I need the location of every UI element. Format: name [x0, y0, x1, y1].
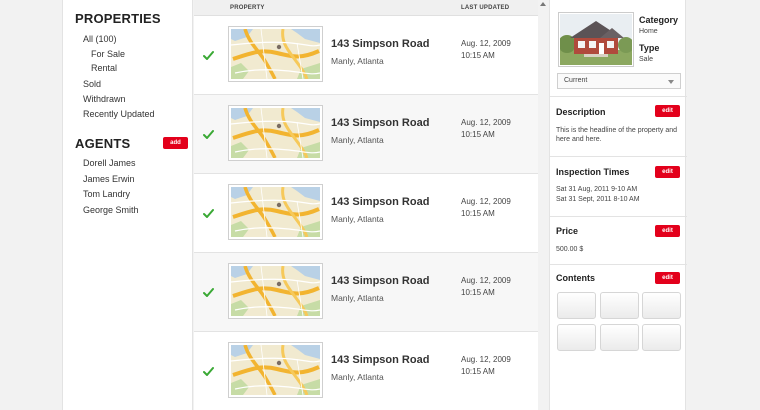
agents-heading: AGENTS: [75, 136, 131, 151]
check-icon: [203, 209, 214, 218]
table-row[interactable]: 143 Simpson Road Manly, Atlanta Aug. 12,…: [194, 332, 538, 410]
chevron-down-icon: [668, 80, 674, 84]
updated-time: 10:15 AM: [461, 130, 495, 139]
edit-price-button[interactable]: edit: [655, 225, 680, 237]
edit-inspection-button[interactable]: edit: [655, 166, 680, 178]
updated-date: Aug. 12, 2009: [461, 197, 511, 206]
agent-item[interactable]: James Erwin: [83, 174, 135, 184]
properties-heading: PROPERTIES: [75, 11, 161, 26]
check-icon: [203, 367, 214, 376]
property-location: Manly, Atlanta: [331, 293, 384, 303]
sidebar: PROPERTIES All (100) For Sale Rental Sol…: [62, 0, 193, 410]
property-location: Manly, Atlanta: [331, 135, 384, 145]
description-title: Description: [556, 107, 606, 117]
row-check[interactable]: [203, 127, 214, 139]
agent-item[interactable]: Tom Landry: [83, 189, 130, 199]
nav-all[interactable]: All (100): [83, 34, 117, 44]
agent-item[interactable]: Dorell James: [83, 158, 136, 168]
add-agent-button[interactable]: add: [163, 137, 188, 149]
content-tile[interactable]: [642, 324, 681, 351]
category-value: Home: [639, 28, 658, 35]
divider: [550, 96, 687, 97]
price-value: 500.00 $: [556, 246, 584, 253]
map-image: [231, 266, 320, 316]
property-location: Manly, Atlanta: [331, 372, 384, 382]
nav-rental[interactable]: Rental: [91, 63, 117, 73]
map-thumbnail[interactable]: [228, 105, 323, 161]
row-check[interactable]: [203, 285, 214, 297]
nav-recently-updated[interactable]: Recently Updated: [83, 109, 155, 119]
map-thumbnail[interactable]: [228, 342, 323, 398]
type-value: Sale: [639, 56, 654, 63]
row-check[interactable]: [203, 364, 214, 376]
detail-panel: Category Home Type Sale Current Descript…: [549, 0, 687, 410]
content-tile[interactable]: [600, 324, 639, 351]
divider: [550, 216, 687, 217]
content-tile[interactable]: [600, 292, 639, 319]
updated-date: Aug. 12, 2009: [461, 39, 511, 48]
row-check[interactable]: [203, 48, 214, 60]
map-image: [231, 108, 320, 158]
property-address[interactable]: 143 Simpson Road: [331, 38, 429, 50]
divider: [550, 156, 687, 157]
inspection-time: Sat 31 Aug, 2011 9-10 AM: [556, 186, 638, 193]
house-photo-image: [560, 14, 632, 65]
property-address[interactable]: 143 Simpson Road: [331, 275, 429, 287]
map-thumbnail[interactable]: [228, 184, 323, 240]
updated-date: Aug. 12, 2009: [461, 276, 511, 285]
column-header-property[interactable]: PROPERTY: [230, 5, 265, 11]
nav-for-sale[interactable]: For Sale: [91, 49, 125, 59]
updated-date: Aug. 12, 2009: [461, 355, 511, 364]
price-title: Price: [556, 226, 579, 236]
list-header: PROPERTY LAST UPDATED: [194, 0, 538, 16]
map-image: [231, 29, 320, 79]
updated-time: 10:15 AM: [461, 209, 495, 218]
map-image: [231, 187, 320, 237]
map-image: [231, 345, 320, 395]
edit-description-button[interactable]: edit: [655, 105, 680, 117]
category-label: Category: [639, 15, 679, 25]
updated-time: 10:15 AM: [461, 51, 495, 60]
table-row[interactable]: 143 Simpson Road Manly, Atlanta Aug. 12,…: [194, 253, 538, 332]
status-select-value: Current: [564, 77, 588, 84]
scrollbar[interactable]: [538, 0, 548, 410]
description-text: This is the headline of the property and…: [556, 127, 678, 143]
scroll-up-arrow[interactable]: [540, 2, 546, 6]
agent-item[interactable]: George Smith: [83, 205, 139, 215]
type-label: Type: [639, 43, 660, 53]
divider: [550, 264, 687, 265]
property-location: Manly, Atlanta: [331, 56, 384, 66]
check-icon: [203, 130, 214, 139]
updated-time: 10:15 AM: [461, 288, 495, 297]
nav-sold[interactable]: Sold: [83, 79, 101, 89]
row-check[interactable]: [203, 206, 214, 218]
content-tile[interactable]: [642, 292, 681, 319]
property-address[interactable]: 143 Simpson Road: [331, 354, 429, 366]
table-row[interactable]: 143 Simpson Road Manly, Atlanta Aug. 12,…: [194, 174, 538, 253]
content-tile[interactable]: [557, 292, 596, 319]
nav-withdrawn[interactable]: Withdrawn: [83, 94, 126, 104]
inspection-times-title: Inspection Times: [556, 167, 630, 177]
property-location: Manly, Atlanta: [331, 214, 384, 224]
updated-time: 10:15 AM: [461, 367, 495, 376]
contents-title: Contents: [556, 273, 595, 283]
map-thumbnail[interactable]: [228, 26, 323, 82]
table-row[interactable]: 143 Simpson Road Manly, Atlanta Aug. 12,…: [194, 95, 538, 174]
house-photo: [558, 12, 634, 67]
edit-contents-button[interactable]: edit: [655, 272, 680, 284]
property-address[interactable]: 143 Simpson Road: [331, 117, 429, 129]
property-list: PROPERTY LAST UPDATED 143 Simpson Road M…: [194, 0, 538, 410]
property-address[interactable]: 143 Simpson Road: [331, 196, 429, 208]
table-row[interactable]: 143 Simpson Road Manly, Atlanta Aug. 12,…: [194, 16, 538, 95]
check-icon: [203, 51, 214, 60]
column-header-last-updated[interactable]: LAST UPDATED: [461, 5, 509, 11]
status-select[interactable]: Current: [557, 73, 681, 89]
content-tile[interactable]: [557, 324, 596, 351]
inspection-time: Sat 31 Sept, 2011 8-10 AM: [556, 196, 640, 203]
map-thumbnail[interactable]: [228, 263, 323, 319]
updated-date: Aug. 12, 2009: [461, 118, 511, 127]
check-icon: [203, 288, 214, 297]
